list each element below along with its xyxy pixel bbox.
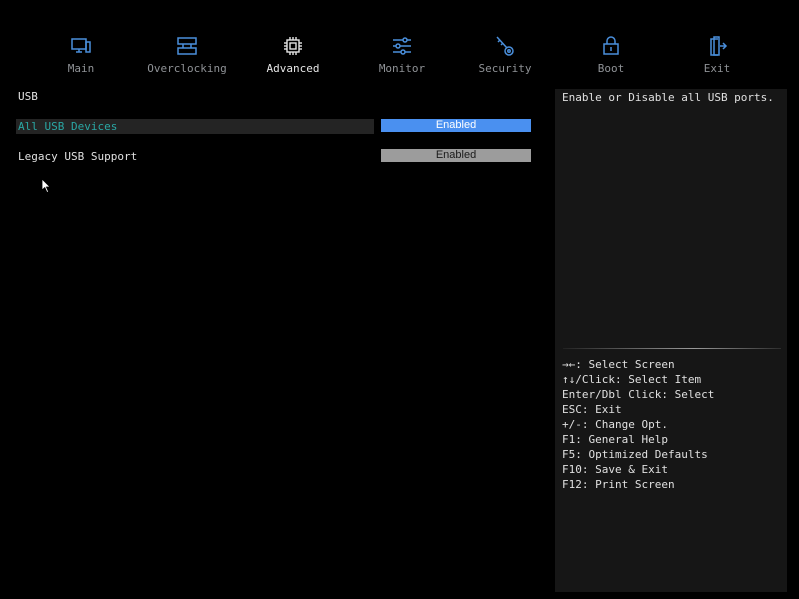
tab-monitor[interactable]: Monitor xyxy=(347,34,457,76)
setting-row-all-usb-devices[interactable]: All USB Devices Enabled xyxy=(16,119,531,134)
key-hint: ↑↓/Click: Select Item xyxy=(562,373,702,386)
setting-value-dropdown[interactable]: Enabled xyxy=(381,149,531,162)
key-hint: Enter/Dbl Click: Select xyxy=(562,388,715,401)
section-title: USB xyxy=(18,90,38,103)
tab-label: Main xyxy=(67,62,95,75)
key-hint: F1: General Help xyxy=(562,433,668,446)
exit-door-icon xyxy=(705,34,729,58)
sliders-rack-icon xyxy=(175,34,199,58)
tab-label: Advanced xyxy=(266,62,320,75)
help-divider xyxy=(563,348,781,349)
help-panel: Enable or Disable all USB ports. →←: Sel… xyxy=(555,89,787,592)
mouse-pointer-icon xyxy=(41,178,51,194)
key-hint: ESC: Exit xyxy=(562,403,622,416)
tab-overclocking[interactable]: Overclocking xyxy=(132,34,242,76)
lock-icon xyxy=(599,34,623,58)
key-hint: →←: Select Screen xyxy=(562,358,675,371)
setting-label[interactable]: Legacy USB Support xyxy=(16,149,374,164)
tab-label: Overclocking xyxy=(147,62,227,75)
monitor-icon xyxy=(69,34,93,58)
adjust-sliders-icon xyxy=(390,34,414,58)
tab-label: Security xyxy=(478,62,532,75)
tab-boot[interactable]: Boot xyxy=(556,34,666,76)
tab-label: Boot xyxy=(597,62,625,75)
setting-label[interactable]: All USB Devices xyxy=(16,119,374,134)
key-hint: +/-: Change Opt. xyxy=(562,418,668,431)
key-hint: F10: Save & Exit xyxy=(562,463,668,476)
key-icon xyxy=(493,34,517,58)
tab-exit[interactable]: Exit xyxy=(662,34,772,76)
tab-security[interactable]: Security xyxy=(450,34,560,76)
key-legend: →←: Select Screen ↑↓/Click: Select Item … xyxy=(562,357,714,492)
top-navigation: Main Overclocking Advanced Monitor Secur… xyxy=(0,0,799,85)
tab-label: Exit xyxy=(703,62,731,75)
key-hint: F5: Optimized Defaults xyxy=(562,448,708,461)
tab-main[interactable]: Main xyxy=(26,34,136,76)
key-hint: F12: Print Screen xyxy=(562,478,675,491)
setting-value-dropdown[interactable]: Enabled xyxy=(381,119,531,132)
tab-label: Monitor xyxy=(378,62,426,75)
tab-advanced[interactable]: Advanced xyxy=(238,34,348,76)
setting-row-legacy-usb-support[interactable]: Legacy USB Support Enabled xyxy=(16,149,531,164)
chip-icon xyxy=(281,34,305,58)
help-description: Enable or Disable all USB ports. xyxy=(562,91,774,104)
